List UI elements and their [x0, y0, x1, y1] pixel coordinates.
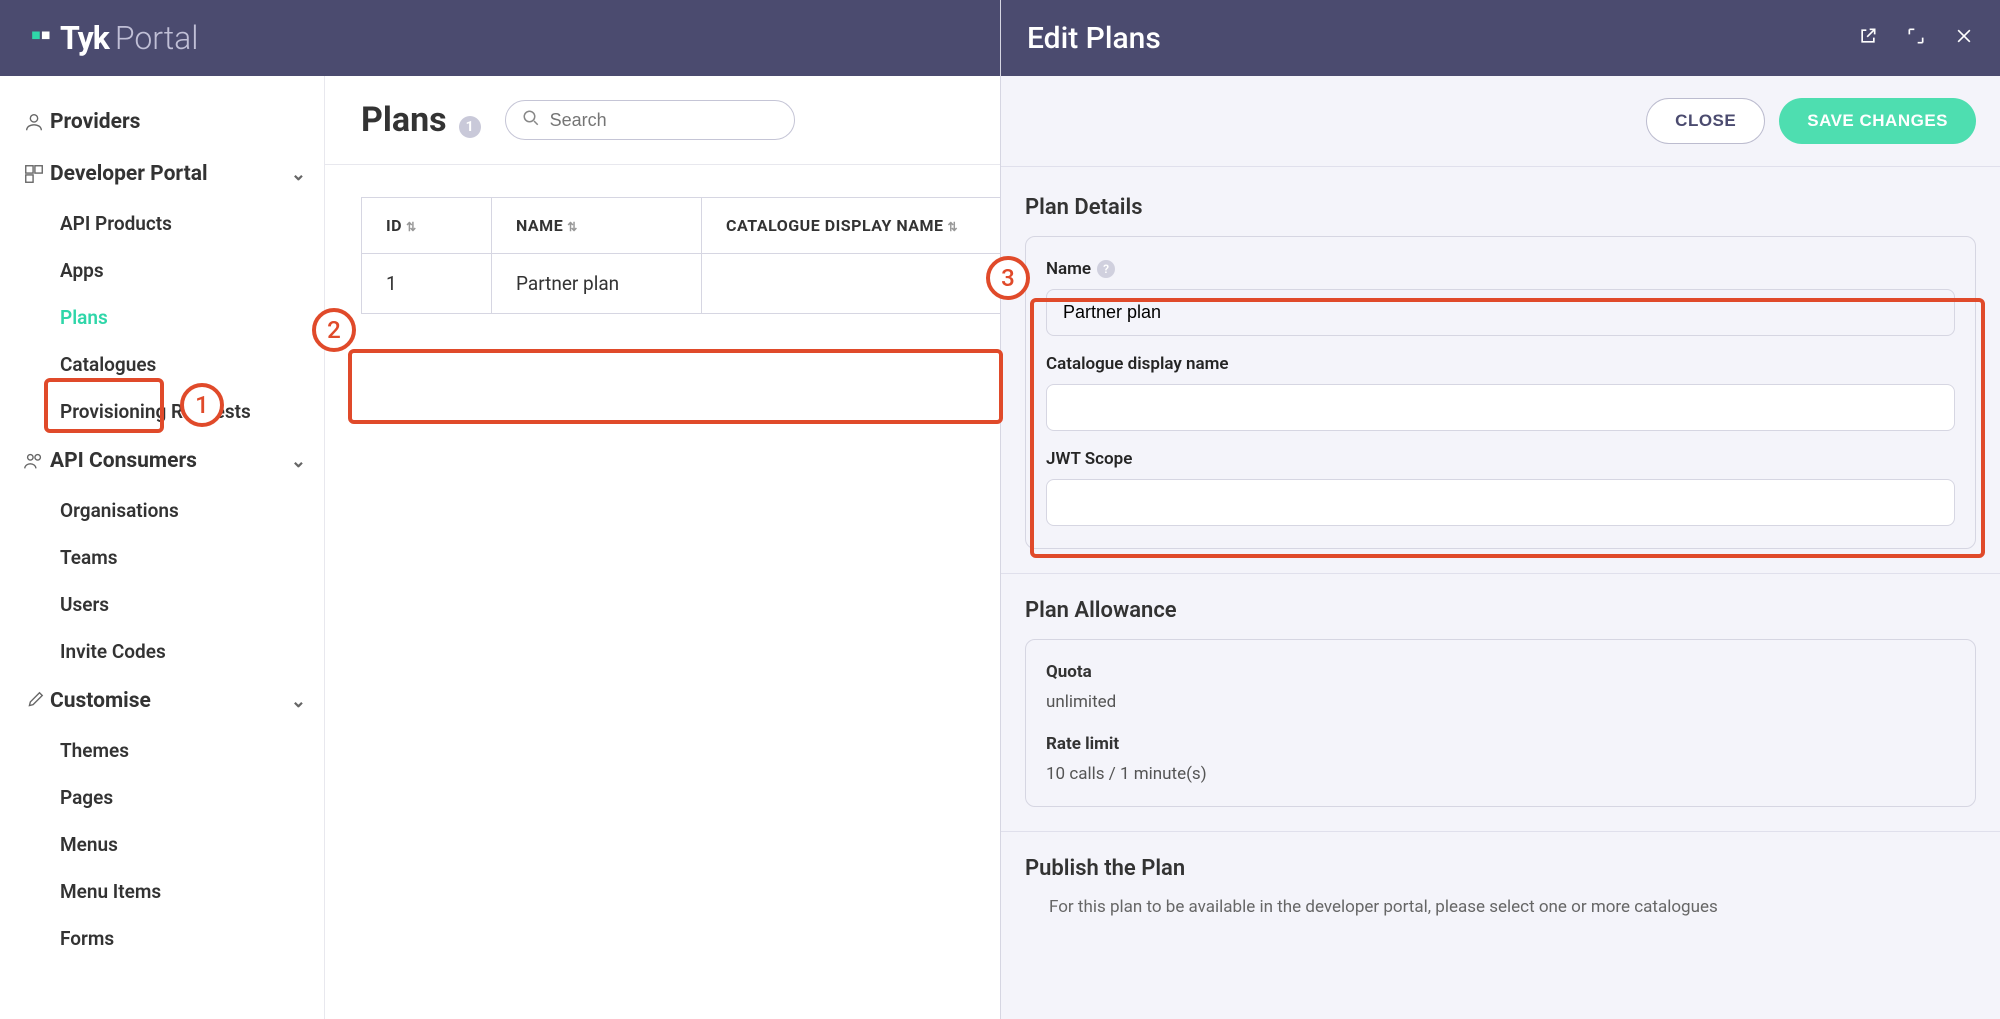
- expand-icon[interactable]: [1906, 26, 1926, 51]
- table-row[interactable]: 1 Partner plan: [362, 254, 1021, 314]
- grid-icon: [18, 163, 50, 185]
- sort-icon: ⇅: [406, 220, 417, 234]
- sidebar-item-themes[interactable]: Themes: [0, 727, 324, 774]
- sidebar-item-apps[interactable]: Apps: [0, 247, 324, 294]
- edit-plan-drawer: Edit Plans CLOSE SAVE CHANGES Plan Detai…: [1000, 0, 2000, 1019]
- label-jwt-scope: JWT Scope: [1046, 449, 1955, 469]
- sidebar: Providers Developer Portal ⌄ API Product…: [0, 76, 325, 1019]
- label-catalogue-display-name: Catalogue display name: [1046, 354, 1955, 374]
- page-title: Plans: [361, 100, 447, 140]
- section-plan-allowance: Plan Allowance: [1025, 598, 1976, 623]
- th-name[interactable]: NAME⇅: [492, 198, 702, 254]
- sidebar-item-pages[interactable]: Pages: [0, 774, 324, 821]
- logo-mark-icon: [30, 25, 56, 51]
- plan-details-panel: Name ? Catalogue display name JWT Scope: [1025, 236, 1976, 549]
- name-input[interactable]: [1046, 289, 1955, 336]
- cell-catalogue: [702, 254, 1021, 314]
- chevron-down-icon: ⌄: [291, 691, 306, 712]
- close-button[interactable]: CLOSE: [1646, 98, 1765, 144]
- nav-label: Customise: [50, 689, 151, 713]
- sidebar-item-provisioning[interactable]: Provisioning Requests: [0, 388, 324, 435]
- brush-icon: [18, 690, 50, 712]
- label-name: Name ?: [1046, 259, 1955, 279]
- quota-value: unlimited: [1046, 692, 1955, 712]
- nav-api-consumers[interactable]: API Consumers ⌄: [0, 435, 324, 487]
- logo-subtitle: Portal: [115, 19, 199, 57]
- nav-label: Developer Portal: [50, 162, 208, 186]
- cell-name: Partner plan: [492, 254, 702, 314]
- help-icon[interactable]: ?: [1097, 260, 1115, 278]
- close-icon[interactable]: [1954, 26, 1974, 51]
- sidebar-item-invite-codes[interactable]: Invite Codes: [0, 628, 324, 675]
- drawer-title: Edit Plans: [1027, 21, 1161, 56]
- search-icon: [522, 109, 540, 131]
- count-badge: 1: [459, 116, 481, 138]
- section-publish-plan: Publish the Plan: [1025, 856, 1976, 881]
- user-icon: [18, 111, 50, 133]
- sidebar-item-plans[interactable]: Plans: [0, 294, 324, 341]
- sidebar-item-menus[interactable]: Menus: [0, 821, 324, 868]
- rate-limit-value: 10 calls / 1 minute(s): [1046, 764, 1955, 784]
- search-input[interactable]: [550, 110, 782, 131]
- sidebar-item-teams[interactable]: Teams: [0, 534, 324, 581]
- nav-label: Providers: [50, 110, 140, 134]
- sidebar-item-menu-items[interactable]: Menu Items: [0, 868, 324, 915]
- page-title-wrap: Plans 1: [361, 100, 481, 140]
- external-link-icon[interactable]: [1858, 26, 1878, 51]
- chevron-down-icon: ⌄: [291, 451, 306, 472]
- catalogue-display-name-input[interactable]: [1046, 384, 1955, 431]
- sidebar-item-users[interactable]: Users: [0, 581, 324, 628]
- plan-allowance-panel: Quota unlimited Rate limit 10 calls / 1 …: [1025, 639, 1976, 807]
- logo-text: Tyk: [60, 19, 109, 57]
- users-icon: [18, 450, 50, 472]
- plans-table: ID⇅ NAME⇅ CATALOGUE DISPLAY NAME⇅ 1 Part…: [361, 197, 1021, 314]
- logo: Tyk Portal: [30, 19, 198, 57]
- nav-label: API Consumers: [50, 449, 197, 473]
- chevron-down-icon: ⌄: [291, 164, 306, 185]
- th-catalogue[interactable]: CATALOGUE DISPLAY NAME⇅: [702, 198, 1021, 254]
- section-plan-details: Plan Details: [1025, 195, 1976, 220]
- save-changes-button[interactable]: SAVE CHANGES: [1779, 98, 1976, 144]
- search-box[interactable]: [505, 100, 795, 140]
- nav-providers[interactable]: Providers: [0, 96, 324, 148]
- nav-developer-portal[interactable]: Developer Portal ⌄: [0, 148, 324, 200]
- th-id[interactable]: ID⇅: [362, 198, 492, 254]
- sidebar-item-catalogues[interactable]: Catalogues: [0, 341, 324, 388]
- publish-description: For this plan to be available in the dev…: [1049, 897, 1976, 917]
- quota-label: Quota: [1046, 662, 1955, 682]
- sidebar-item-api-products[interactable]: API Products: [0, 200, 324, 247]
- sort-icon: ⇅: [948, 220, 959, 234]
- nav-customise[interactable]: Customise ⌄: [0, 675, 324, 727]
- sidebar-item-forms[interactable]: Forms: [0, 915, 324, 962]
- rate-limit-label: Rate limit: [1046, 734, 1955, 754]
- sidebar-item-organisations[interactable]: Organisations: [0, 487, 324, 534]
- sort-icon: ⇅: [567, 220, 578, 234]
- cell-id: 1: [362, 254, 492, 314]
- jwt-scope-input[interactable]: [1046, 479, 1955, 526]
